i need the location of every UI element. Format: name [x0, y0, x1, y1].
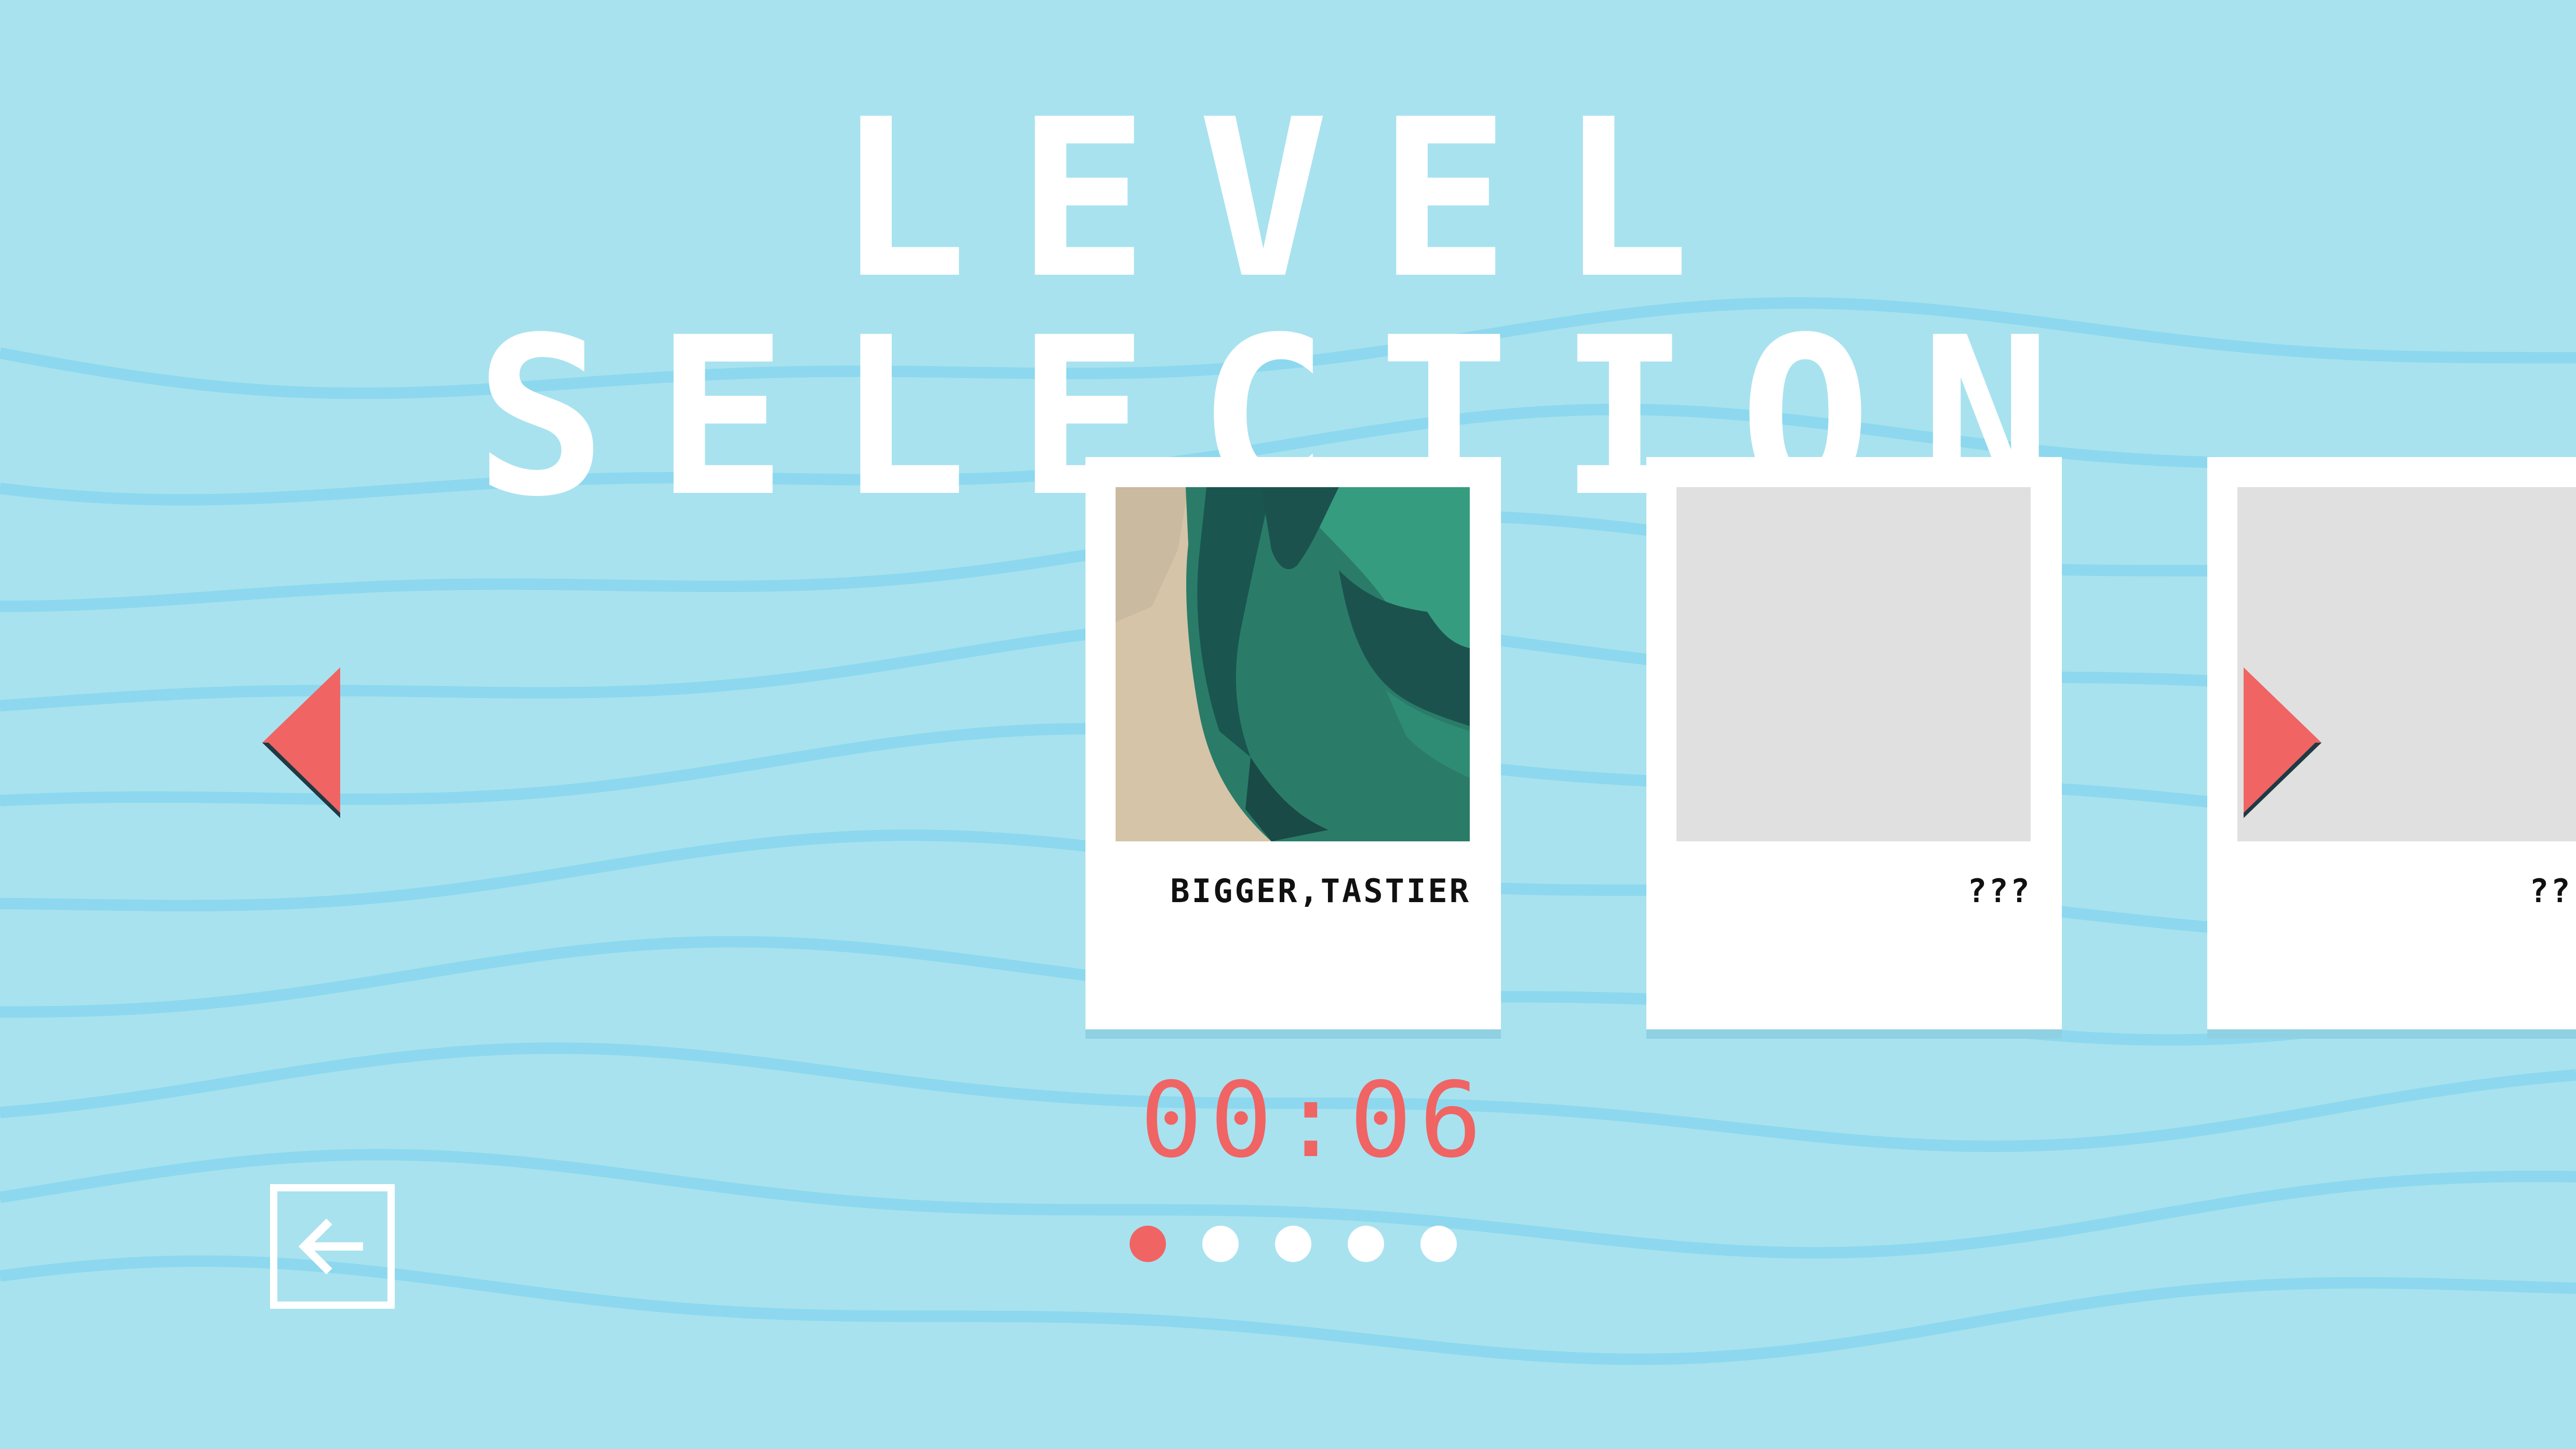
page-dot-2[interactable] — [1202, 1226, 1239, 1262]
level-label-2: ??? — [1967, 872, 2032, 910]
prev-level-button[interactable] — [262, 667, 340, 818]
triangle-right-icon — [2244, 667, 2322, 818]
leaf-thumbnail-image — [1116, 487, 1470, 841]
level-label-3: ?? — [2529, 872, 2572, 910]
arrow-left-icon — [298, 1218, 363, 1274]
page-dot-5[interactable] — [1420, 1226, 1457, 1262]
level-card-2[interactable]: ??? — [1646, 457, 2062, 1039]
best-time-display: 00:06 — [1140, 1060, 1490, 1181]
level-label-1: BIGGER,TASTIER — [1170, 872, 1471, 910]
page-dot-1[interactable] — [1130, 1226, 1166, 1262]
level-card-1[interactable]: BIGGER,TASTIER — [1085, 457, 1501, 1039]
level-thumbnail-2-locked — [1676, 487, 2031, 841]
next-level-button[interactable] — [2244, 667, 2322, 818]
triangle-left-icon — [262, 667, 340, 818]
level-thumbnail-1 — [1116, 487, 1470, 841]
page-dot-3[interactable] — [1275, 1226, 1311, 1262]
page-indicator — [1130, 1226, 1457, 1262]
back-button[interactable] — [270, 1184, 395, 1309]
page-dot-4[interactable] — [1348, 1226, 1384, 1262]
